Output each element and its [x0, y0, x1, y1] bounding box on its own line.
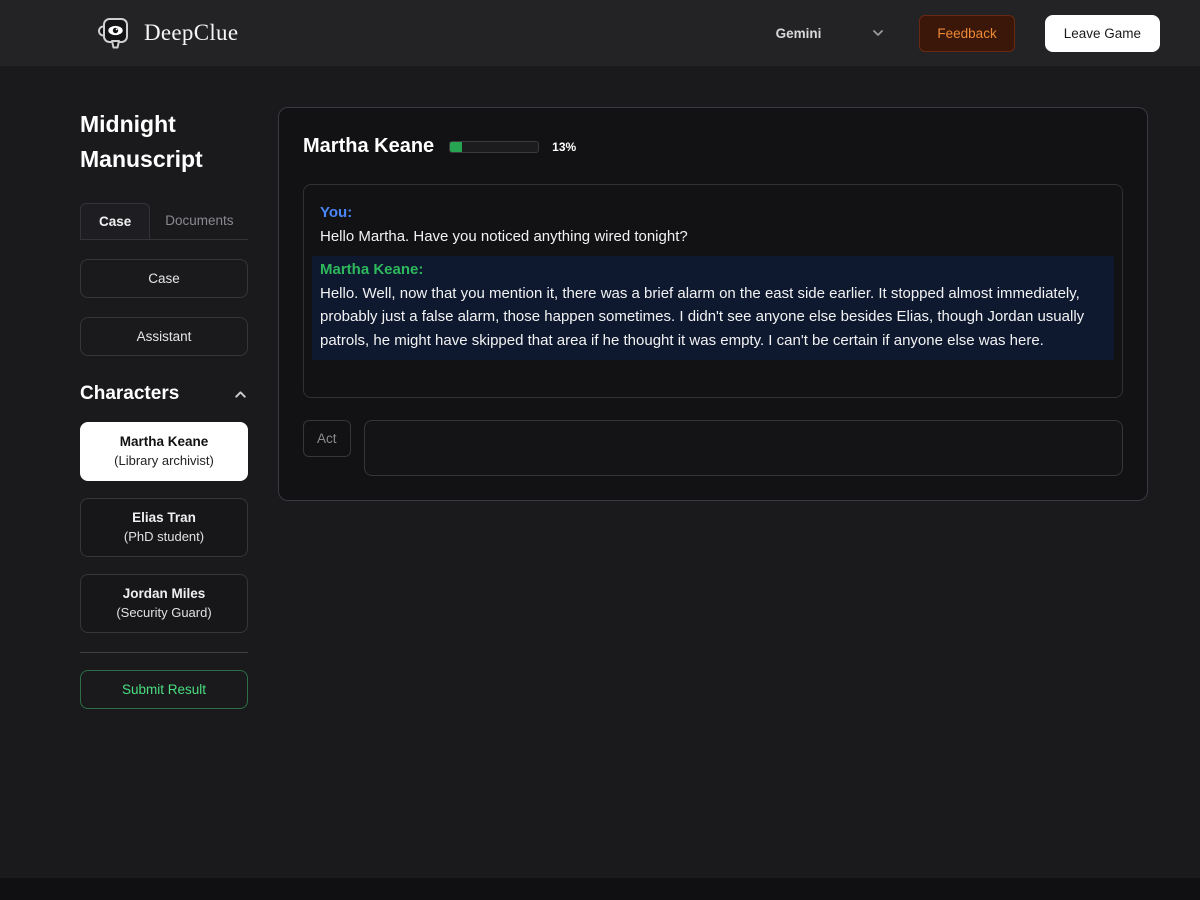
footer-strip: [0, 878, 1200, 900]
character-name: Martha Keane: [119, 434, 209, 449]
characters-section-header[interactable]: Characters: [80, 383, 248, 405]
deepclue-logo-icon: [95, 14, 131, 52]
message-list: You: Hello Martha. Have you noticed anyt…: [303, 184, 1123, 398]
sidebar: Midnight Manuscript Case Documents Case …: [80, 107, 248, 709]
app-header: DeepClue Gemini Feedback Leave Game: [0, 0, 1200, 66]
message-speaker-martha: Martha Keane:: [320, 261, 424, 278]
chat-header: Martha Keane 13%: [303, 135, 1123, 158]
characters-heading: Characters: [80, 383, 180, 404]
page-body: Midnight Manuscript Case Documents Case …: [0, 66, 1200, 769]
progress-fill: [450, 141, 462, 152]
chat-panel: Martha Keane 13% You: Hello Martha. Have…: [278, 107, 1148, 501]
sidebar-divider: [80, 652, 248, 653]
brand: DeepClue: [95, 14, 238, 52]
chat-input-row: Act: [303, 420, 1123, 476]
message-user: You: Hello Martha. Have you noticed anyt…: [320, 201, 1106, 248]
tab-documents[interactable]: Documents: [150, 203, 248, 239]
submit-result-button[interactable]: Submit Result: [80, 670, 248, 709]
character-role: (Security Guard): [116, 605, 212, 620]
act-button[interactable]: Act: [303, 420, 351, 457]
tab-case[interactable]: Case: [80, 203, 151, 239]
character-card-elias-tran[interactable]: Elias Tran (PhD student): [80, 498, 248, 557]
message-character: Martha Keane: Hello. Well, now that you …: [312, 256, 1114, 360]
header-actions: Gemini Feedback Leave Game: [772, 14, 1160, 52]
progress-percent-label: 13%: [552, 139, 577, 154]
case-button[interactable]: Case: [80, 259, 248, 298]
assistant-button[interactable]: Assistant: [80, 317, 248, 356]
message-speaker-you: You:: [320, 204, 353, 221]
leave-game-button[interactable]: Leave Game: [1044, 14, 1160, 52]
progress-bar: [449, 140, 540, 153]
brand-name: DeepClue: [144, 20, 239, 45]
character-name: Elias Tran: [132, 510, 196, 525]
chevron-down-icon: [871, 26, 885, 40]
chevron-up-icon: [233, 387, 248, 402]
sidebar-tabs: Case Documents: [80, 203, 248, 240]
character-card-martha-keane[interactable]: Martha Keane (Library archivist): [80, 422, 248, 481]
chat-character-name: Martha Keane: [303, 135, 435, 157]
message-text: Hello. Well, now that you mention it, th…: [320, 284, 1085, 349]
message-text: Hello Martha. Have you noticed anything …: [320, 227, 688, 245]
character-card-jordan-miles[interactable]: Jordan Miles (Security Guard): [80, 574, 248, 633]
feedback-button[interactable]: Feedback: [919, 14, 1015, 52]
model-selector-value: Gemini: [775, 25, 822, 41]
main-content: Martha Keane 13% You: Hello Martha. Have…: [278, 107, 1148, 501]
character-role: (PhD student): [123, 529, 205, 544]
character-role: (Library archivist): [114, 453, 214, 468]
character-name: Jordan Miles: [122, 586, 206, 601]
case-title: Midnight Manuscript: [80, 111, 203, 172]
chat-input[interactable]: [363, 420, 1123, 476]
model-selector[interactable]: Gemini: [772, 20, 890, 47]
